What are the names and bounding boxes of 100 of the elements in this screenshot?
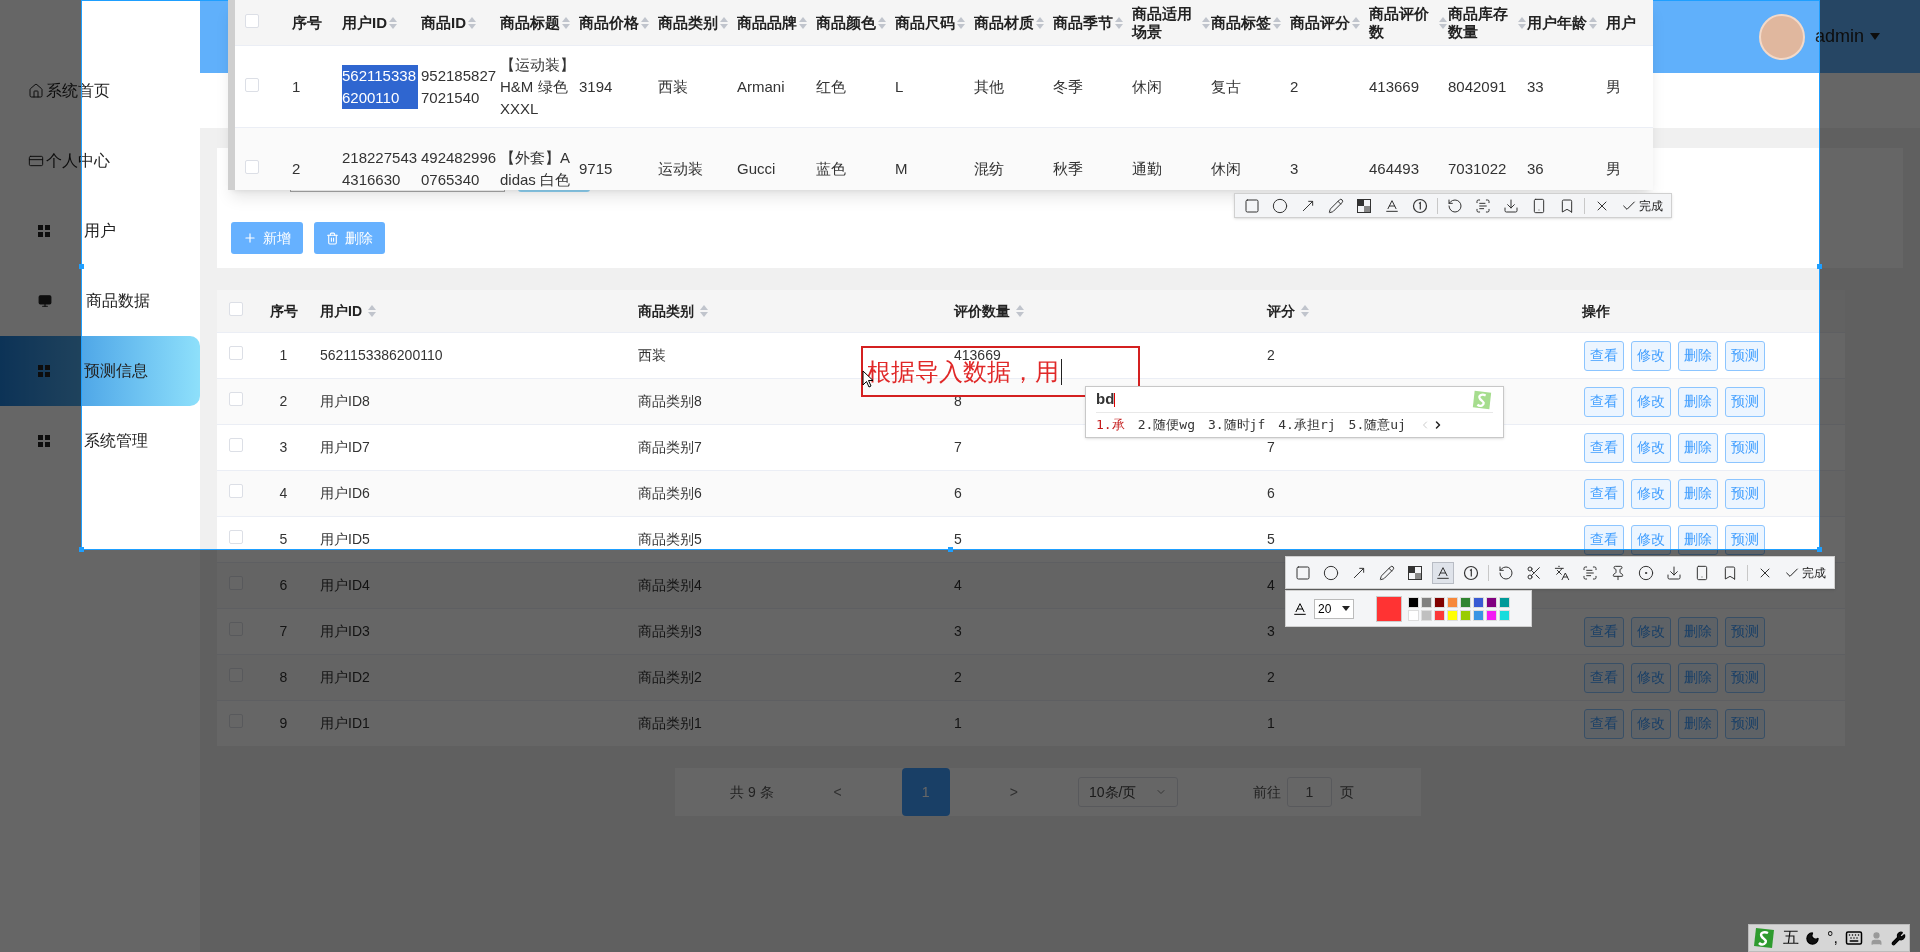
sort-icon[interactable]: [368, 305, 376, 317]
palette-color[interactable]: [1408, 609, 1419, 621]
action-button[interactable]: 删除: [1678, 386, 1718, 417]
action-button[interactable]: 预测: [1725, 524, 1765, 555]
user-icon[interactable]: [1869, 930, 1885, 946]
sort-icon[interactable]: [1273, 16, 1281, 29]
tool-button[interactable]: [1432, 561, 1454, 584]
sort-icon[interactable]: [1115, 16, 1123, 29]
palette-color[interactable]: [1460, 596, 1471, 608]
ime-candidate[interactable]: 5.随意uj: [1348, 415, 1406, 435]
action-button[interactable]: 预测: [1725, 478, 1765, 509]
sort-icon[interactable]: [957, 16, 965, 29]
row-checkbox[interactable]: [229, 530, 243, 544]
palette-color[interactable]: [1447, 609, 1458, 621]
ime-candidate[interactable]: 4.承担rj: [1278, 415, 1336, 435]
palette-color[interactable]: [1499, 596, 1510, 608]
row-checkbox[interactable]: [245, 159, 259, 174]
select-all-checkbox[interactable]: [245, 13, 259, 28]
action-button[interactable]: 预测: [1725, 432, 1765, 463]
sort-icon[interactable]: [1518, 16, 1526, 29]
palette-color[interactable]: [1408, 596, 1419, 608]
action-button[interactable]: 删除: [1678, 340, 1718, 371]
done-button[interactable]: 完成: [1782, 563, 1828, 582]
action-button[interactable]: 预测: [1725, 662, 1765, 693]
goto-input[interactable]: 1: [1286, 777, 1332, 807]
page-button[interactable]: 1: [901, 768, 950, 816]
sort-icon[interactable]: [1352, 16, 1360, 29]
action-button[interactable]: 删除: [1678, 616, 1718, 647]
ime-mode-text[interactable]: 五: [1782, 926, 1799, 950]
sort-icon[interactable]: [700, 305, 708, 317]
action-button[interactable]: 修改: [1631, 524, 1671, 555]
palette-color[interactable]: [1421, 596, 1432, 608]
sort-icon[interactable]: [1301, 305, 1309, 317]
done-button[interactable]: 完成: [1619, 196, 1665, 215]
sort-icon[interactable]: [878, 16, 886, 29]
action-button[interactable]: 查看: [1584, 340, 1624, 371]
sidebar-item[interactable]: 用户: [0, 196, 200, 266]
action-button[interactable]: 查看: [1584, 478, 1624, 509]
wrench-icon[interactable]: [1890, 930, 1906, 946]
row-checkbox[interactable]: [229, 346, 243, 360]
action-button[interactable]: 修改: [1631, 432, 1671, 463]
sidebar-item[interactable]: 预测信息: [0, 336, 200, 406]
sort-icon[interactable]: [1202, 16, 1210, 29]
row-checkbox[interactable]: [229, 438, 243, 452]
palette-color[interactable]: [1473, 609, 1484, 621]
palette-color[interactable]: [1434, 596, 1445, 608]
row-checkbox[interactable]: [229, 392, 243, 406]
select-all-checkbox[interactable]: [229, 301, 243, 316]
palette-color[interactable]: [1486, 596, 1497, 608]
action-button[interactable]: 查看: [1584, 662, 1624, 693]
action-button[interactable]: 查看: [1584, 708, 1624, 739]
palette-color[interactable]: [1460, 609, 1471, 621]
sidebar-item[interactable]: 商品数据: [0, 266, 200, 336]
action-button[interactable]: 删除: [1678, 524, 1718, 555]
sort-icon[interactable]: [1016, 305, 1024, 317]
previous-page[interactable]: <: [833, 781, 842, 803]
delete-button[interactable]: 删除: [314, 222, 385, 254]
palette-color[interactable]: [1486, 609, 1497, 621]
palette-color[interactable]: [1447, 596, 1458, 608]
palette-color[interactable]: [1499, 609, 1510, 621]
action-button[interactable]: 修改: [1631, 662, 1671, 693]
action-button[interactable]: 查看: [1584, 524, 1624, 555]
palette-color[interactable]: [1473, 596, 1484, 608]
sort-icon[interactable]: [1036, 16, 1044, 29]
row-checkbox[interactable]: [245, 77, 259, 92]
action-button[interactable]: 预测: [1725, 708, 1765, 739]
sort-icon[interactable]: [799, 16, 807, 29]
action-button[interactable]: 预测: [1725, 616, 1765, 647]
ime-candidate[interactable]: 1.承: [1096, 415, 1125, 435]
action-button[interactable]: 查看: [1584, 432, 1624, 463]
ime-logo-icon[interactable]: [1752, 926, 1776, 950]
action-button[interactable]: 删除: [1678, 478, 1718, 509]
action-button[interactable]: 修改: [1631, 478, 1671, 509]
sort-icon[interactable]: [1439, 16, 1447, 29]
next-page[interactable]: >: [1009, 781, 1018, 803]
moon-icon[interactable]: [1805, 930, 1821, 946]
action-button[interactable]: 删除: [1678, 708, 1718, 739]
action-button[interactable]: 预测: [1725, 340, 1765, 371]
current-color-swatch[interactable]: [1376, 595, 1402, 622]
add-button[interactable]: 新增: [231, 222, 303, 254]
sort-icon[interactable]: [468, 16, 476, 29]
action-button[interactable]: 删除: [1678, 662, 1718, 693]
page-size-select[interactable]: 10条/页: [1077, 777, 1178, 807]
palette-color[interactable]: [1434, 609, 1445, 621]
row-checkbox[interactable]: [229, 484, 243, 498]
sort-icon[interactable]: [389, 16, 397, 29]
ime-candidate[interactable]: 2.随便wg: [1137, 415, 1195, 435]
action-button[interactable]: 预测: [1725, 386, 1765, 417]
sort-icon[interactable]: [720, 16, 728, 29]
palette-color[interactable]: [1421, 609, 1432, 621]
sort-icon[interactable]: [641, 16, 649, 29]
action-button[interactable]: 查看: [1584, 616, 1624, 647]
sidebar-item[interactable]: 系统管理: [0, 406, 200, 476]
action-button[interactable]: 修改: [1631, 386, 1671, 417]
font-size-select[interactable]: 20: [1314, 598, 1354, 619]
sort-icon[interactable]: [562, 16, 570, 29]
action-button[interactable]: 修改: [1631, 340, 1671, 371]
action-button[interactable]: 修改: [1631, 708, 1671, 739]
sort-icon[interactable]: [1589, 16, 1597, 29]
action-button[interactable]: 查看: [1584, 386, 1624, 417]
